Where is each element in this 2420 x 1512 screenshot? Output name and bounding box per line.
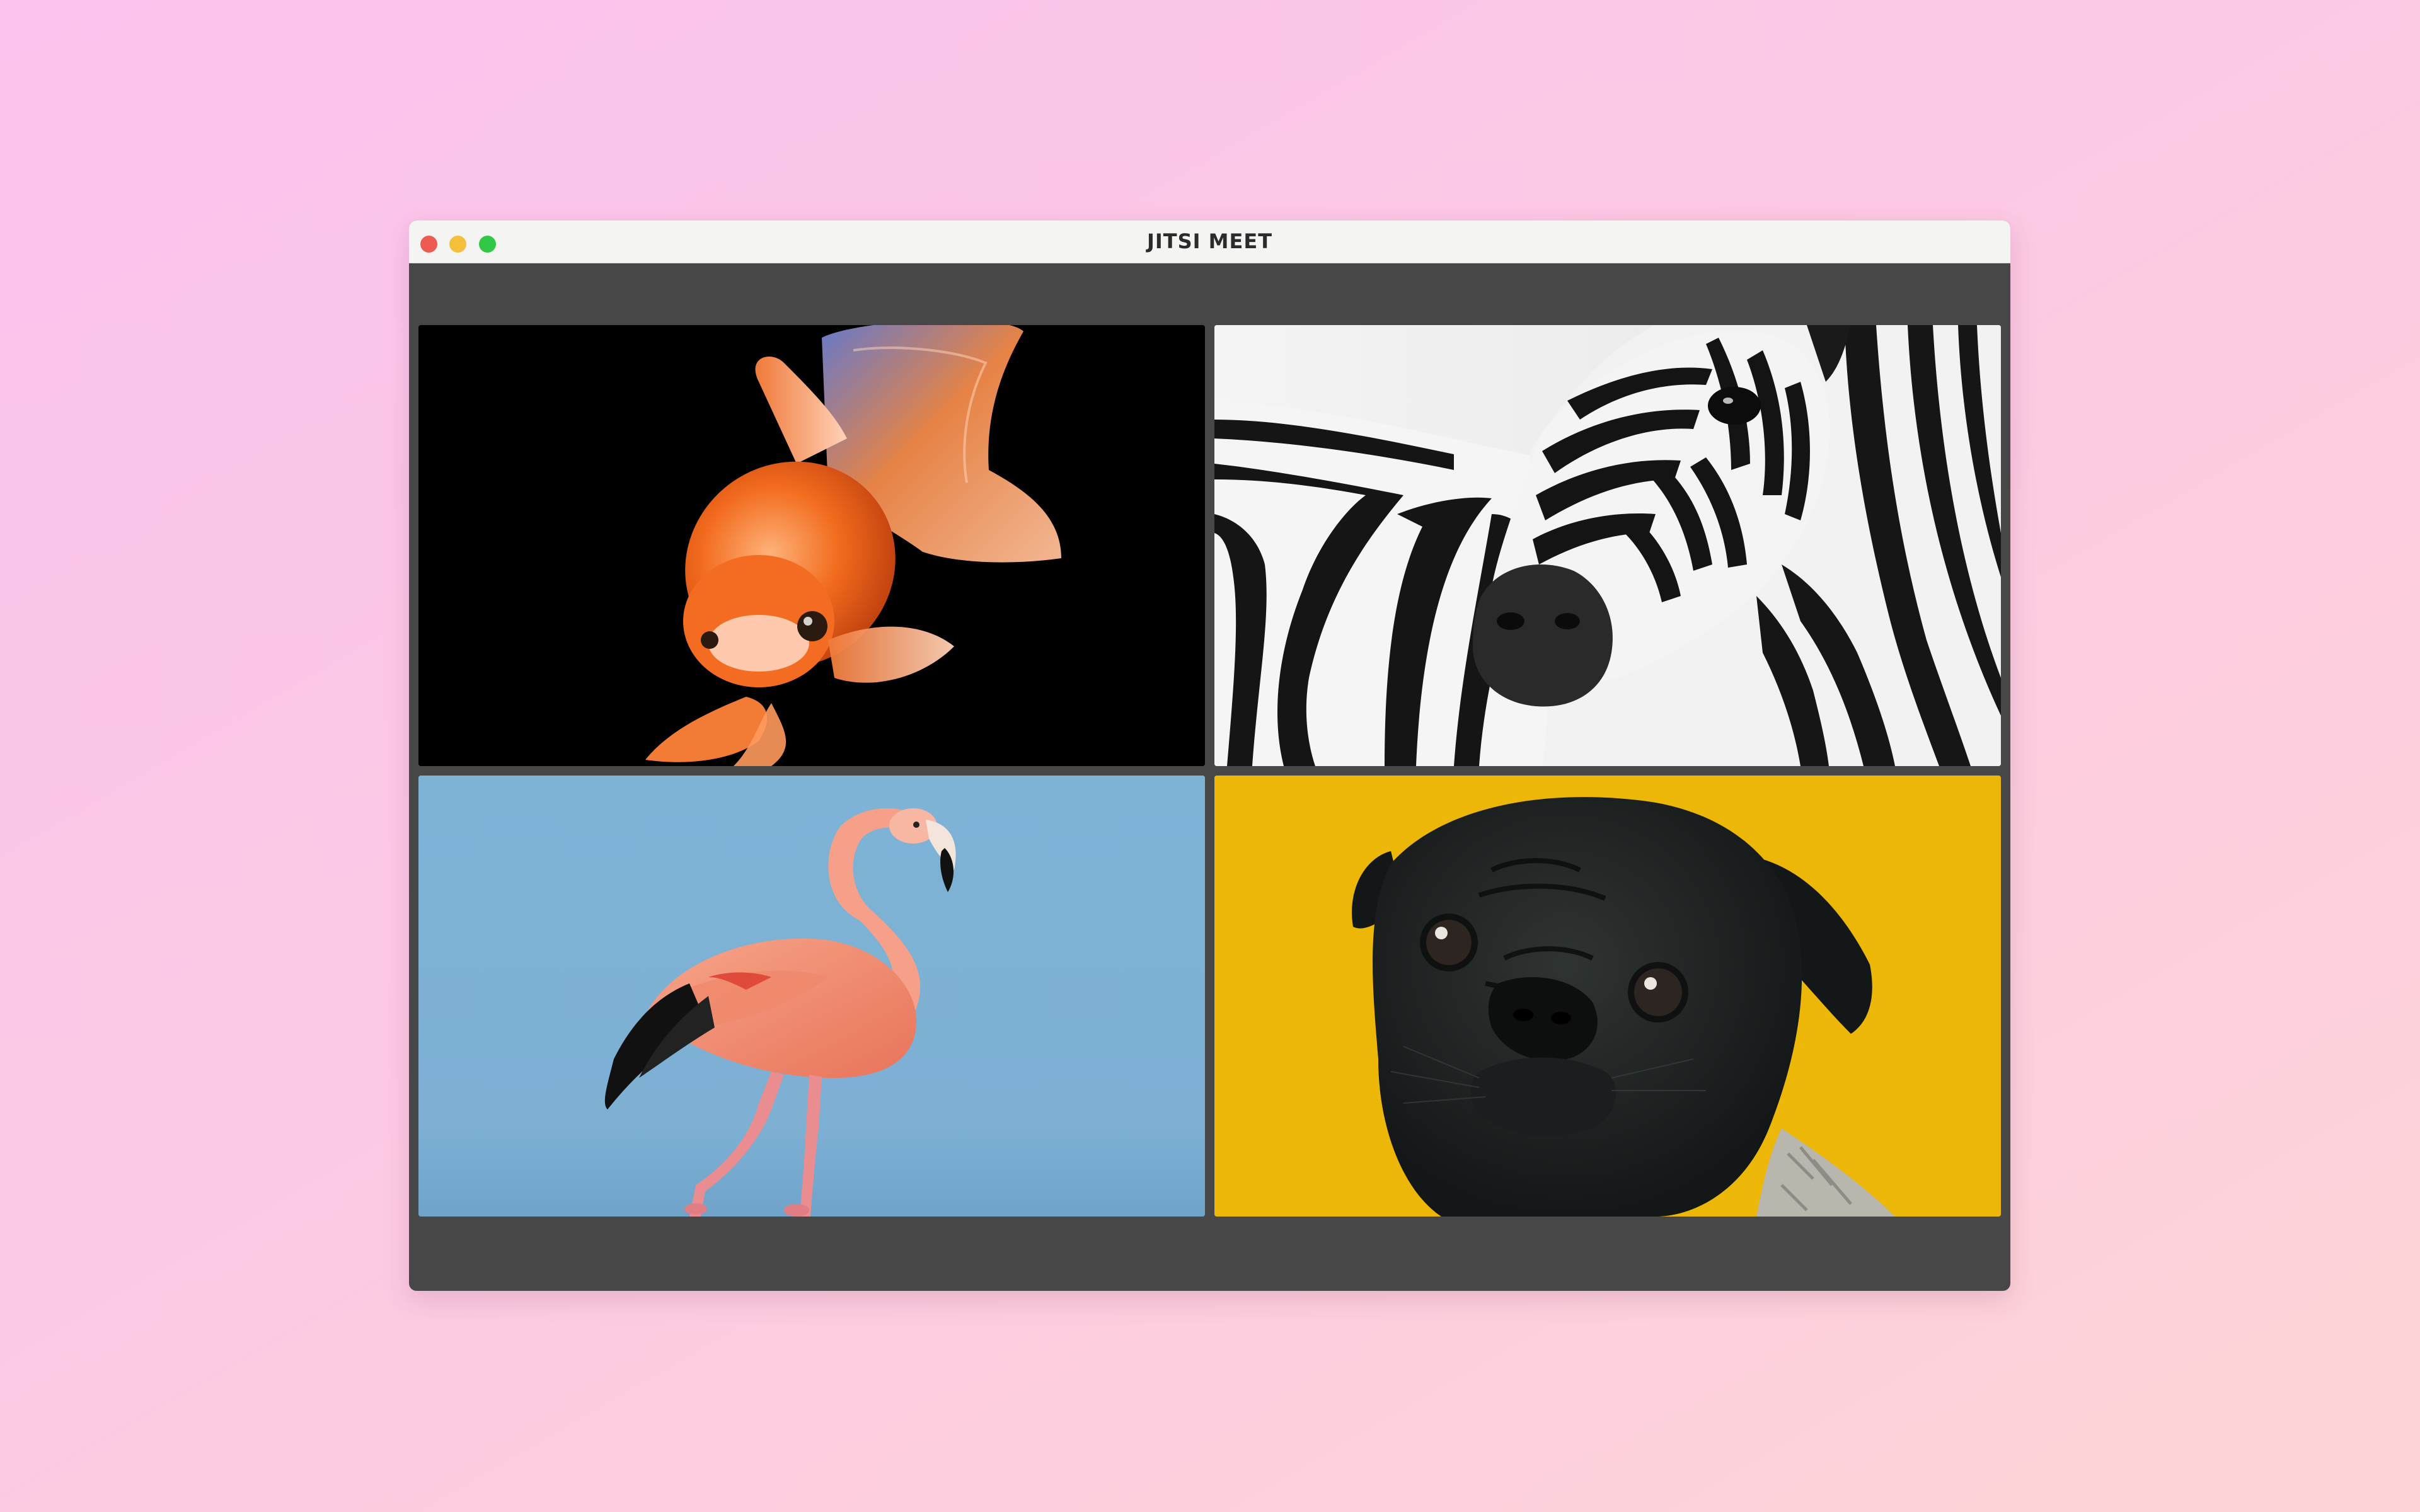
zebra-video-image	[1214, 325, 2001, 766]
participant-tile-flamingo[interactable]	[418, 776, 1205, 1217]
participant-tile-pug[interactable]	[1214, 776, 2001, 1217]
window-title: JITSI MEET	[1146, 229, 1273, 253]
title-bar[interactable]: JITSI MEET	[409, 220, 2010, 263]
participant-tile-goldfish[interactable]	[418, 325, 1205, 766]
jitsi-meet-window: JITSI MEET	[409, 220, 2010, 1291]
participant-tile-zebra[interactable]	[1214, 325, 2001, 766]
flamingo-video-image	[418, 776, 1205, 1217]
pug-video-image	[1214, 776, 2001, 1217]
goldfish-video-image	[418, 325, 1205, 766]
